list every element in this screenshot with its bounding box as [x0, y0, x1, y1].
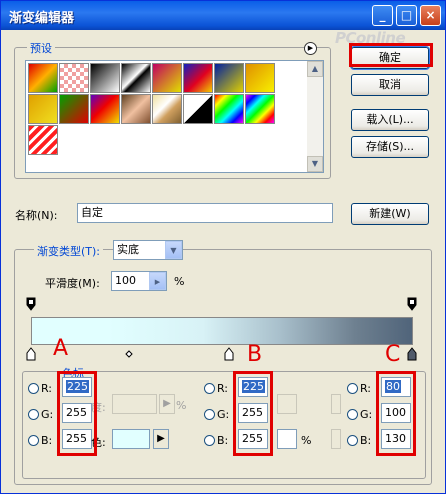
opacity-percent: %	[176, 399, 187, 412]
preset-swatch[interactable]	[214, 63, 244, 93]
smoothness-dropdown-icon[interactable]: ▶	[149, 272, 166, 290]
chevron-down-icon[interactable]: ▼	[165, 241, 182, 259]
preset-swatch[interactable]	[121, 94, 151, 124]
color-stop-c[interactable]	[407, 347, 417, 361]
location-input	[277, 394, 297, 414]
presets-label: 预设	[27, 40, 55, 56]
location-input-b[interactable]	[277, 429, 297, 449]
gradient-type-select[interactable]: 实底 ▼	[113, 240, 183, 260]
label-g-b: G:	[217, 408, 230, 421]
preset-swatch[interactable]	[245, 94, 275, 124]
smoothness-percent: %	[174, 275, 185, 288]
label-r-a: R:	[41, 382, 53, 395]
presets-menu-icon[interactable]: ▶	[304, 42, 317, 55]
radio-b-a[interactable]	[28, 435, 39, 446]
opacity-input	[112, 394, 157, 414]
preset-scrollbar[interactable]: ▲ ▼	[307, 61, 323, 172]
preset-swatch[interactable]	[214, 94, 244, 124]
name-input[interactable]: 自定	[77, 203, 333, 223]
preset-swatch[interactable]	[152, 63, 182, 93]
scroll-up-icon[interactable]: ▲	[307, 61, 323, 77]
annotation-label-b: B	[247, 342, 263, 367]
color-stop-a[interactable]	[26, 347, 36, 361]
delete-button-partial-b	[331, 429, 341, 449]
label-r-b: R:	[217, 382, 229, 395]
color-midpoint[interactable]	[125, 347, 133, 361]
preset-swatch-grid: ▲ ▼	[25, 60, 324, 173]
annotation-box-ok	[349, 43, 433, 67]
title-bar[interactable]: 渐变编辑器 _ □ ×	[1, 1, 445, 30]
maximize-button[interactable]: □	[396, 5, 417, 26]
radio-r-b[interactable]	[204, 383, 215, 394]
label-b-b: B:	[217, 434, 229, 447]
radio-b-b[interactable]	[204, 435, 215, 446]
radio-r-c[interactable]	[347, 383, 358, 394]
preset-swatch[interactable]	[90, 94, 120, 124]
annotation-label-a: A	[53, 336, 69, 361]
annotation-box-a	[57, 371, 97, 456]
new-button[interactable]: 新建(W)	[351, 203, 429, 225]
radio-r-a[interactable]	[28, 383, 39, 394]
label-r-c: R:	[360, 382, 372, 395]
window-title: 渐变编辑器	[9, 11, 75, 26]
annotation-box-b	[233, 371, 273, 456]
gradient-editor-window: 渐变编辑器 _ □ × PConline 预设 ▶ ▲ ▼ 确定 取消 载入(L…	[0, 0, 446, 494]
smoothness-label: 平滑度(M):	[45, 277, 100, 290]
radio-g-c[interactable]	[347, 409, 358, 420]
opacity-stop-right[interactable]	[407, 297, 417, 311]
annotation-box-c	[376, 371, 416, 456]
preset-swatch[interactable]	[59, 94, 89, 124]
annotation-label-c: C	[385, 342, 401, 367]
opacity-stop-left[interactable]	[26, 297, 36, 311]
close-button[interactable]: ×	[420, 5, 441, 26]
minimize-button[interactable]: _	[372, 5, 393, 26]
smoothness-value: 100	[115, 274, 136, 287]
location-percent: %	[301, 434, 312, 447]
preset-swatch[interactable]	[28, 63, 58, 93]
opacity-spin-icon: ▶	[159, 394, 175, 414]
preset-swatch[interactable]	[183, 63, 213, 93]
preset-swatch[interactable]	[28, 125, 58, 155]
preset-swatch[interactable]	[183, 94, 213, 124]
gradient-preview-bar[interactable]	[31, 317, 413, 345]
delete-button-partial	[331, 394, 341, 414]
gradient-type-value: 实底	[117, 243, 139, 256]
gradient-type-label: 渐变类型(T):	[34, 243, 104, 259]
preset-swatch[interactable]	[59, 63, 89, 93]
smoothness-input[interactable]: 100 ▶	[111, 271, 167, 291]
preset-swatch[interactable]	[121, 63, 151, 93]
color-stop-b[interactable]	[224, 347, 234, 361]
preset-swatch[interactable]	[152, 94, 182, 124]
label-g-a: G:	[41, 408, 54, 421]
radio-b-c[interactable]	[347, 435, 358, 446]
label-b-c: B:	[360, 434, 372, 447]
preset-swatch[interactable]	[245, 63, 275, 93]
stop-color-swatch[interactable]	[112, 429, 150, 449]
scroll-down-icon[interactable]: ▼	[307, 156, 323, 172]
save-button[interactable]: 存储(S)...	[351, 136, 429, 158]
label-b-a: B:	[41, 434, 53, 447]
preset-swatch[interactable]	[90, 63, 120, 93]
load-button[interactable]: 载入(L)...	[351, 109, 429, 131]
color-menu-icon[interactable]: ▶	[153, 429, 169, 449]
preset-swatch[interactable]	[28, 94, 58, 124]
label-g-c: G:	[360, 408, 373, 421]
name-label: 名称(N):	[15, 209, 58, 222]
cancel-button[interactable]: 取消	[351, 74, 429, 96]
radio-g-b[interactable]	[204, 409, 215, 420]
radio-g-a[interactable]	[28, 409, 39, 420]
